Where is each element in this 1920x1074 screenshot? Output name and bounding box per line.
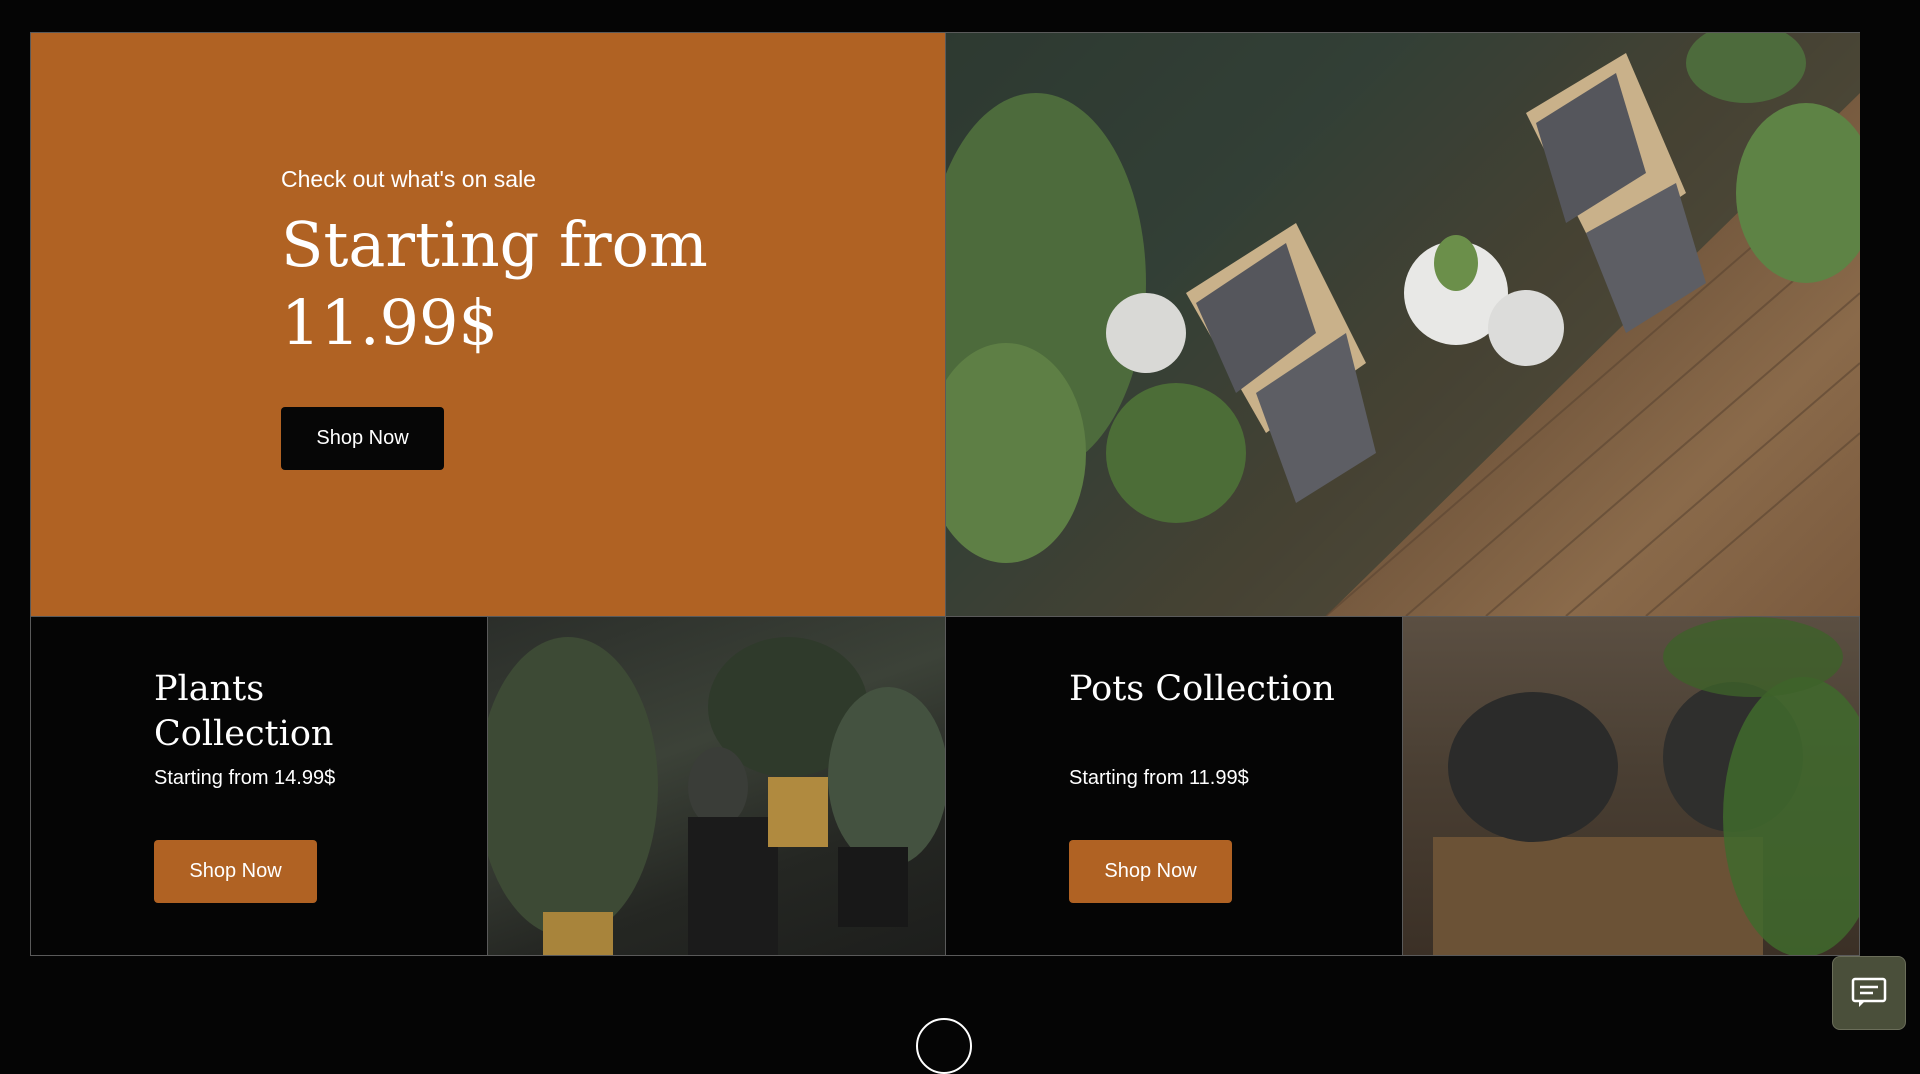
plants-illustration bbox=[488, 637, 945, 955]
chat-button[interactable] bbox=[1832, 956, 1906, 1030]
plants-collection-price: Starting from 14.99$ bbox=[154, 767, 336, 789]
pots-shop-now-button[interactable]: Shop Now bbox=[1069, 840, 1232, 903]
chat-icon bbox=[1851, 977, 1887, 1007]
pots-collection-price: Starting from 11.99$ bbox=[1069, 767, 1249, 789]
plants-collection-card: Plants Collection Starting from 14.99$ S… bbox=[31, 616, 487, 955]
plants-collection-image bbox=[487, 616, 945, 955]
collection-grid: Check out what's on sale Starting from 1… bbox=[30, 32, 1860, 956]
hero-illustration bbox=[946, 33, 1860, 616]
pots-collection-card: Pots Collection Starting from 11.99$ Sho… bbox=[945, 616, 1402, 955]
pots-illustration bbox=[1433, 617, 1859, 955]
plants-shop-now-button[interactable]: Shop Now bbox=[154, 840, 317, 903]
hero-kicker: Check out what's on sale bbox=[281, 166, 536, 192]
pots-collection-image bbox=[1402, 616, 1859, 955]
hero-headline: Starting from 11.99$ bbox=[281, 208, 708, 359]
hero-image bbox=[945, 33, 1860, 616]
hero-panel: Check out what's on sale Starting from 1… bbox=[31, 33, 945, 616]
pots-collection-title: Pots Collection bbox=[1069, 669, 1335, 709]
plants-collection-title: Plants Collection bbox=[154, 669, 334, 754]
hero-shop-now-button[interactable]: Shop Now bbox=[281, 407, 444, 470]
scroll-down-icon[interactable] bbox=[916, 1018, 972, 1074]
